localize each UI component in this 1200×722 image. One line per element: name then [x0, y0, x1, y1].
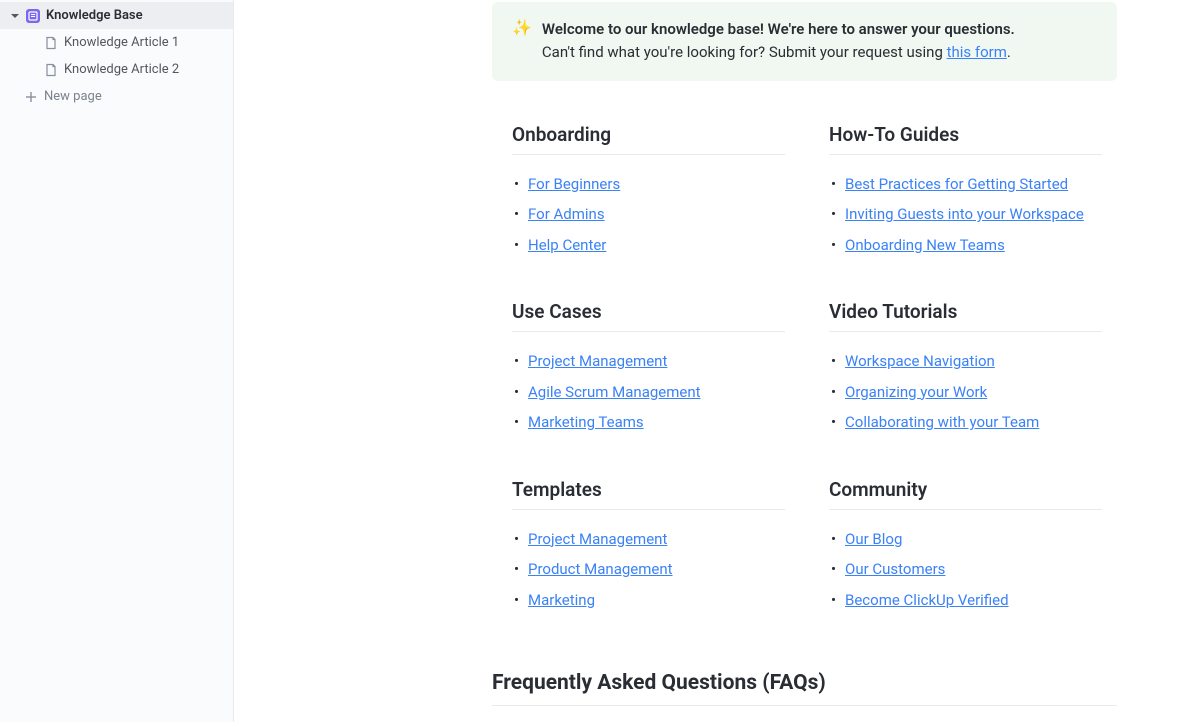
new-page-button[interactable]: New page [0, 83, 233, 110]
category-link[interactable]: Our Blog [845, 530, 902, 548]
list-item: Organizing your Work [845, 377, 1102, 408]
sidebar-item-article-1[interactable]: Knowledge Article 1 [0, 29, 233, 56]
category-link[interactable]: For Beginners [528, 175, 620, 193]
sidebar-item-knowledge-base[interactable]: Knowledge Base [0, 2, 233, 29]
category-title: Onboarding [512, 123, 785, 155]
category-link[interactable]: For Admins [528, 205, 605, 223]
category-title: Video Tutorials [829, 300, 1102, 332]
category-link[interactable]: Inviting Guests into your Workspace [845, 205, 1084, 223]
this-form-link[interactable]: this form [947, 43, 1007, 61]
categories-grid: Onboarding For Beginners For Admins Help… [492, 123, 1102, 616]
list-item: Our Customers [845, 554, 1102, 585]
list-item: Workspace Navigation [845, 346, 1102, 377]
list-item: Collaborating with your Team [845, 407, 1102, 438]
list-item: Project Management [528, 346, 785, 377]
list-item: Product Management [528, 554, 785, 585]
category-link[interactable]: Collaborating with your Team [845, 413, 1039, 431]
category-link[interactable]: Marketing [528, 591, 595, 609]
sidebar-item-label: Knowledge Article 1 [64, 35, 179, 50]
category-link[interactable]: Become ClickUp Verified [845, 591, 1009, 609]
category-title: Use Cases [512, 300, 785, 332]
list-item: For Beginners [528, 169, 785, 200]
document-icon [44, 63, 58, 77]
sidebar-item-label: Knowledge Base [46, 8, 143, 23]
category-link[interactable]: Our Customers [845, 560, 945, 578]
list-item: Help Center [528, 230, 785, 261]
category-link[interactable]: Help Center [528, 236, 606, 254]
category-link[interactable]: Agile Scrum Management [528, 383, 701, 401]
list-item: Marketing Teams [528, 407, 785, 438]
welcome-text: Welcome to our knowledge base! We're her… [542, 18, 1015, 65]
sidebar: Knowledge Base Knowledge Article 1 Knowl… [0, 0, 234, 722]
sidebar-item-label: Knowledge Article 2 [64, 62, 179, 77]
list-item: Marketing [528, 585, 785, 616]
category-link[interactable]: Workspace Navigation [845, 352, 995, 370]
category-video-tutorials: Video Tutorials Workspace Navigation Org… [829, 300, 1102, 438]
chevron-down-icon [10, 11, 20, 21]
faq-item[interactable]: Question [492, 718, 1117, 722]
faq-title: Frequently Asked Questions (FAQs) [492, 671, 1117, 706]
category-link[interactable]: Onboarding New Teams [845, 236, 1005, 254]
new-page-label: New page [44, 89, 102, 104]
plus-icon [24, 90, 38, 104]
list-item: Project Management [528, 524, 785, 555]
category-community: Community Our Blog Our Customers Become … [829, 478, 1102, 616]
list-item: Inviting Guests into your Workspace [845, 199, 1102, 230]
knowledge-base-icon [26, 9, 40, 23]
category-how-to-guides: How-To Guides Best Practices for Getting… [829, 123, 1102, 261]
document-icon [44, 36, 58, 50]
category-title: Community [829, 478, 1102, 510]
list-item: For Admins [528, 199, 785, 230]
list-item: Our Blog [845, 524, 1102, 555]
category-onboarding: Onboarding For Beginners For Admins Help… [512, 123, 785, 261]
category-link[interactable]: Project Management [528, 530, 667, 548]
welcome-sub-suffix: . [1007, 43, 1011, 61]
category-title: How-To Guides [829, 123, 1102, 155]
category-link[interactable]: Project Management [528, 352, 667, 370]
category-link[interactable]: Organizing your Work [845, 383, 987, 401]
list-item: Become ClickUp Verified [845, 585, 1102, 616]
category-templates: Templates Project Management Product Man… [512, 478, 785, 616]
category-link[interactable]: Best Practices for Getting Started [845, 175, 1068, 193]
list-item: Onboarding New Teams [845, 230, 1102, 261]
sidebar-item-article-2[interactable]: Knowledge Article 2 [0, 56, 233, 83]
welcome-bold-text: Welcome to our knowledge base! We're her… [542, 20, 1015, 38]
list-item: Best Practices for Getting Started [845, 169, 1102, 200]
sparkle-icon: ✨ [512, 18, 532, 39]
list-item: Agile Scrum Management [528, 377, 785, 408]
welcome-banner: ✨ Welcome to our knowledge base! We're h… [492, 2, 1117, 81]
welcome-sub-prefix: Can't find what you're looking for? Subm… [542, 43, 947, 61]
category-link[interactable]: Marketing Teams [528, 413, 644, 431]
main-content: ✨ Welcome to our knowledge base! We're h… [234, 0, 1200, 722]
category-title: Templates [512, 478, 785, 510]
category-link[interactable]: Product Management [528, 560, 673, 578]
faq-section: Frequently Asked Questions (FAQs) Questi… [492, 671, 1117, 722]
category-use-cases: Use Cases Project Management Agile Scrum… [512, 300, 785, 438]
